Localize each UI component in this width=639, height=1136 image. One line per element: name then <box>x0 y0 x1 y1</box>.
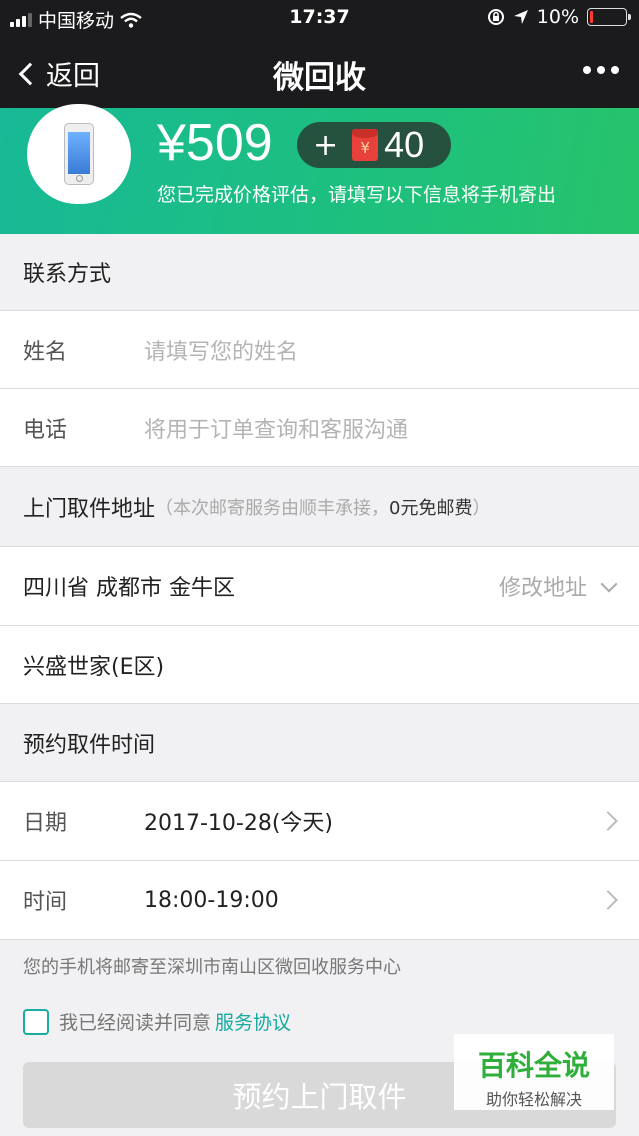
watermark-title: 百科全说 <box>477 1049 590 1082</box>
address-hint-prefix: （本次邮寄服务由顺丰承接， <box>155 497 390 519</box>
section-schedule: 预约取件时间 <box>0 704 639 782</box>
watermark: 百科全说 助你轻松解决 <box>454 1034 614 1110</box>
battery-percent: 10% <box>536 6 579 28</box>
banner-subtitle: 您已完成价格评估，请填写以下信息将手机寄出 <box>157 184 557 206</box>
date-row[interactable]: 日期 2017-10-28(今天) <box>0 782 639 861</box>
phone-row[interactable]: 电话 将用于订单查询和客服沟通 <box>0 389 639 467</box>
phone-input[interactable]: 将用于订单查询和客服沟通 <box>144 412 408 444</box>
back-button[interactable]: 返回 <box>16 54 100 93</box>
agree-checkbox[interactable] <box>23 1008 49 1035</box>
address-hint-suffix: ） <box>472 497 491 519</box>
time-row[interactable]: 时间 18:00-19:00 <box>0 861 639 940</box>
battery-icon <box>587 8 631 26</box>
agree-text: 我已经阅读并同意 <box>59 1012 212 1034</box>
section-contact: 联系方式 <box>0 234 639 311</box>
price-banner: ¥509 + ¥ 40 您已完成价格评估，请填写以下信息将手机寄出 <box>0 104 639 234</box>
address-detail-input[interactable]: 兴盛世家(E区) <box>23 649 164 681</box>
nav-bar: 返回 微回收 <box>0 34 639 108</box>
chevron-right-icon <box>598 811 618 831</box>
agreement: 我已经阅读并同意 服务协议 <box>23 1008 291 1035</box>
chevron-left-icon <box>18 62 42 85</box>
change-address-button[interactable]: 修改地址 <box>498 570 618 602</box>
more-menu-button[interactable] <box>583 66 619 74</box>
time-label: 时间 <box>23 890 68 915</box>
phone-thumbnail <box>27 104 131 204</box>
bonus-plus: + <box>313 127 339 163</box>
chevron-down-icon <box>600 575 618 593</box>
name-row[interactable]: 姓名 请填写您的姓名 <box>0 311 639 389</box>
shipping-note: 您的手机将邮寄至深圳市南山区微回收服务中心 <box>23 957 401 978</box>
chevron-right-icon <box>598 890 618 910</box>
status-bar: 中国移动 17:37 10% <box>0 0 639 34</box>
region-row[interactable]: 四川省 成都市 金牛区 修改地址 <box>0 547 639 626</box>
name-label: 姓名 <box>23 339 68 365</box>
region-value: 四川省 成都市 金牛区 <box>23 576 235 601</box>
bonus-badge: + ¥ 40 <box>297 122 451 168</box>
section-address-title: 上门取件地址 <box>23 496 156 522</box>
change-address-label: 修改地址 <box>498 576 587 601</box>
section-schedule-title: 预约取件时间 <box>23 732 156 758</box>
status-right: 10% <box>487 6 631 28</box>
bonus-amount: 40 <box>384 124 425 165</box>
red-packet-icon: ¥ <box>352 129 379 161</box>
red-packet-symbol: ¥ <box>360 139 370 157</box>
date-label: 日期 <box>23 811 68 836</box>
name-input[interactable]: 请填写您的姓名 <box>144 334 298 366</box>
phone-label: 电话 <box>23 417 68 443</box>
location-arrow-icon <box>513 10 528 24</box>
date-value: 2017-10-28(今天) <box>144 811 334 836</box>
back-label: 返回 <box>46 61 100 92</box>
watermark-subtitle: 助你轻松解决 <box>485 1090 582 1109</box>
service-agreement-link[interactable]: 服务协议 <box>215 1008 291 1035</box>
rotation-lock-icon <box>487 9 504 25</box>
address-detail-row[interactable]: 兴盛世家(E区) <box>0 626 639 704</box>
time-value: 18:00-19:00 <box>144 887 279 913</box>
section-contact-title: 联系方式 <box>23 262 112 287</box>
section-address: 上门取件地址 （本次邮寄服务由顺丰承接， 0元免邮费） <box>0 467 639 547</box>
more-dots-icon <box>583 66 591 74</box>
price-value: ¥509 <box>157 114 273 172</box>
phone-image <box>64 123 94 185</box>
battery-fill <box>590 11 593 23</box>
address-hint-free: 0元免邮费 <box>389 497 473 519</box>
